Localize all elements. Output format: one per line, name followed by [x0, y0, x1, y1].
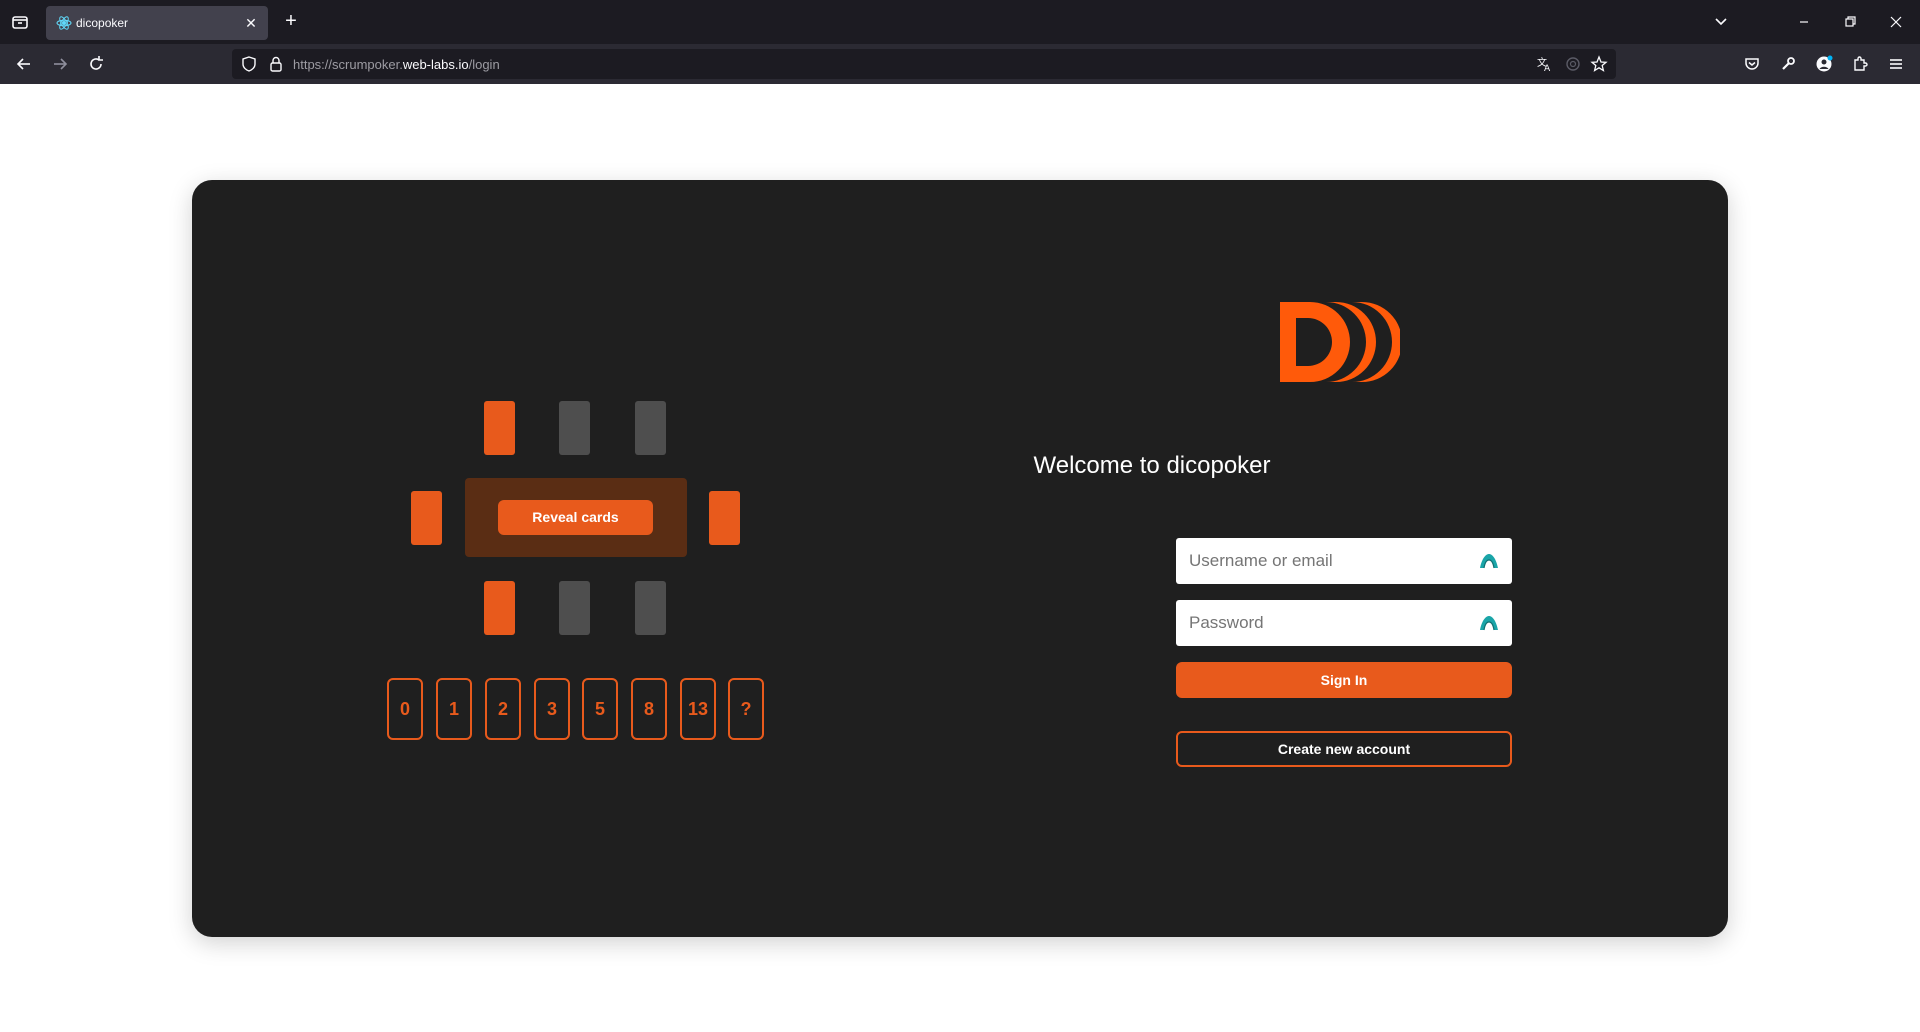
lock-icon[interactable] — [267, 55, 285, 73]
poker-table: Reveal cards — [465, 478, 687, 557]
navigation-bar: https://scrumpoker.web-labs.io/login 文A — [0, 44, 1920, 84]
tab-dicopoker[interactable]: dicopoker ✕ — [46, 6, 268, 40]
password-manager-icon[interactable] — [1478, 612, 1500, 634]
seat-card — [635, 401, 666, 455]
login-card: Reveal cards 0 1 2 3 5 8 13 ? Welcome to… — [192, 180, 1728, 937]
menu-icon[interactable] — [1886, 54, 1906, 74]
translate-icon[interactable]: 文A — [1536, 55, 1554, 74]
reload-icon[interactable] — [86, 54, 106, 74]
username-field[interactable] — [1176, 538, 1512, 584]
username-input[interactable] — [1176, 538, 1466, 584]
vote-card: 2 — [485, 678, 521, 740]
seat-card — [709, 491, 740, 545]
minimize-icon[interactable] — [1794, 12, 1814, 32]
close-icon[interactable]: ✕ — [242, 14, 260, 32]
url-prefix: https://scrumpoker. — [293, 57, 403, 72]
svg-text:A: A — [1544, 64, 1551, 73]
seat-card — [484, 401, 515, 455]
window-close-icon[interactable] — [1886, 12, 1906, 32]
chevron-down-icon[interactable] — [1711, 12, 1731, 32]
new-tab-icon[interactable]: + — [280, 11, 302, 33]
vote-card: 13 — [680, 678, 716, 740]
vote-card: ? — [728, 678, 764, 740]
url-bar[interactable]: https://scrumpoker.web-labs.io/login 文A — [232, 49, 1616, 79]
tab-list-icon[interactable] — [10, 12, 30, 32]
vote-card: 3 — [534, 678, 570, 740]
vote-card: 5 — [582, 678, 618, 740]
seat-card — [635, 581, 666, 635]
restore-icon[interactable] — [1840, 12, 1860, 32]
star-icon[interactable] — [1590, 55, 1608, 73]
wrench-icon[interactable] — [1778, 54, 1798, 74]
back-icon[interactable] — [14, 54, 34, 74]
url-domain: web-labs.io — [402, 57, 469, 72]
seat-card — [559, 401, 590, 455]
password-field[interactable] — [1176, 600, 1512, 646]
reveal-cards-button: Reveal cards — [498, 500, 653, 535]
seat-card — [411, 491, 442, 545]
extensions-icon[interactable] — [1850, 54, 1870, 74]
dicopoker-logo — [1280, 302, 1402, 382]
password-input[interactable] — [1176, 600, 1466, 646]
vote-card: 8 — [631, 678, 667, 740]
seat-card — [484, 581, 515, 635]
password-manager-icon[interactable] — [1478, 550, 1500, 572]
url-path: /login — [468, 57, 500, 72]
sign-in-button[interactable]: Sign In — [1176, 662, 1512, 698]
tab-bar: dicopoker ✕ + — [0, 0, 1920, 44]
forward-icon[interactable] — [50, 54, 70, 74]
create-account-button[interactable]: Create new account — [1176, 731, 1512, 767]
extension-icon[interactable] — [1564, 55, 1582, 73]
url-text[interactable]: https://scrumpoker.web-labs.io/login — [293, 57, 500, 72]
pocket-icon[interactable] — [1742, 54, 1762, 74]
tab-title: dicopoker — [76, 16, 129, 30]
account-icon[interactable] — [1814, 54, 1834, 74]
shield-icon[interactable] — [240, 55, 258, 73]
welcome-heading: Welcome to dicopoker — [1033, 452, 1271, 479]
vote-card: 0 — [387, 678, 423, 740]
vote-card: 1 — [436, 678, 472, 740]
favicon-icon — [56, 15, 72, 31]
seat-card — [559, 581, 590, 635]
